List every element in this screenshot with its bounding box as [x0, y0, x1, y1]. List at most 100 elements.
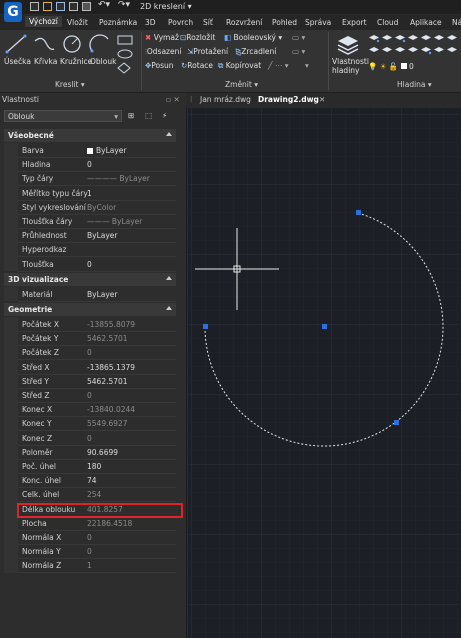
circle-tool-label[interactable]: Kružnice: [60, 57, 92, 66]
tab-sit[interactable]: Síť: [203, 18, 213, 27]
tab-vychozi[interactable]: Výchozí: [25, 16, 62, 27]
toggle-pickadd-icon[interactable]: ⊞: [128, 111, 134, 120]
property-value: 22186.4518: [87, 518, 133, 528]
new-file-icon[interactable]: [30, 2, 39, 11]
property-row[interactable]: Střed Z 0: [18, 388, 176, 403]
undo-icon[interactable]: ↶▾: [98, 0, 110, 10]
property-row[interactable]: Hyperodkaz: [18, 242, 176, 258]
line-tool-label[interactable]: Úsečka: [4, 57, 31, 66]
erase-button[interactable]: ✖ Vymaž: [145, 33, 179, 42]
workspace-label: 2D kreslení: [140, 2, 186, 11]
property-row[interactable]: Tloušťka čáry ——— ByLayer: [18, 214, 176, 229]
tab-export[interactable]: Export: [342, 18, 367, 27]
save-as-icon[interactable]: [69, 2, 78, 11]
line-icon[interactable]: [4, 33, 28, 55]
close-tab-icon[interactable]: ✕: [319, 95, 325, 104]
category-gutter: [4, 143, 18, 271]
property-row[interactable]: Konec X -13840.0244: [18, 402, 176, 418]
offset-button[interactable]: ⫶Odsazení: [145, 47, 181, 57]
workspace-selector[interactable]: 2D kreslení ▾: [140, 2, 192, 11]
property-row[interactable]: Počátek X -13855.8079: [18, 317, 176, 332]
object-selector[interactable]: Oblouk ▾: [4, 110, 122, 122]
property-value: 0: [87, 547, 92, 557]
property-row[interactable]: Normála Z 1: [18, 558, 176, 574]
tab-cloud[interactable]: Cloud: [377, 18, 398, 27]
arc-start-grip[interactable]: [203, 324, 208, 329]
arc-end-grip[interactable]: [356, 210, 361, 215]
property-row[interactable]: Typ čáry ———— ByLayer: [18, 171, 176, 187]
boolean-button[interactable]: ◧ Booleovský ▾: [224, 33, 282, 42]
circle-icon[interactable]: [60, 33, 84, 55]
layer-tool-icons[interactable]: [368, 33, 461, 59]
doc-tab-jan-mraz[interactable]: Jan mráz.dwg: [200, 95, 251, 104]
tab-pohled[interactable]: Pohled: [272, 18, 297, 27]
category-header[interactable]: 3D vizualizace: [4, 272, 176, 286]
tab-menu-icon[interactable]: ⁝: [190, 95, 192, 104]
property-row[interactable]: Konec Z 0: [18, 431, 176, 446]
tab-vlozit[interactable]: Vložit: [67, 18, 88, 27]
copy-button[interactable]: ⧉ Kopírovat: [218, 61, 261, 71]
property-row[interactable]: Střed X -13865.1379: [18, 360, 176, 375]
modify-dropdown2-icon[interactable]: ▭ ▾: [292, 47, 305, 56]
polyline-icon[interactable]: [32, 33, 56, 55]
save-icon[interactable]: [56, 2, 65, 11]
explode-button[interactable]: ⊡Rozložit: [180, 33, 215, 42]
tab-sprava[interactable]: Správa: [305, 18, 331, 27]
doc-tab-drawing2[interactable]: Drawing2.dwg: [258, 95, 319, 104]
arc-tool-label[interactable]: Oblouk: [90, 57, 116, 66]
tab-more[interactable]: Ná: [452, 18, 461, 27]
select-objects-icon[interactable]: ⬚: [145, 111, 152, 120]
property-row[interactable]: Normála X 0: [18, 530, 176, 545]
property-row[interactable]: Počátek Z 0: [18, 345, 176, 361]
move-button[interactable]: ✥Posun: [145, 61, 174, 70]
category-header[interactable]: Všeobecné: [4, 129, 176, 142]
stretch-button[interactable]: ⇲Protažení: [187, 47, 228, 56]
tab-3d[interactable]: 3D: [145, 18, 156, 27]
property-row[interactable]: Poč. úhel 180: [18, 459, 176, 474]
arc-mid-grip[interactable]: [394, 420, 399, 425]
category-header[interactable]: Geometrie: [4, 303, 176, 316]
layer-properties-label[interactable]: Vlastnosti hladiny: [332, 57, 369, 75]
drawing-canvas[interactable]: [188, 108, 461, 638]
property-row[interactable]: Střed Y 5462.5701: [18, 374, 176, 389]
property-row[interactable]: Normála Y 0: [18, 544, 176, 560]
draw-extra-icons[interactable]: [116, 34, 138, 76]
modify-group-label: Změnit ▾: [225, 80, 258, 89]
open-folder-icon[interactable]: [43, 2, 52, 11]
tab-rozvrzeni[interactable]: Rozvržení: [226, 18, 262, 27]
layer-properties-icon[interactable]: [336, 33, 360, 55]
property-row[interactable]: Celk. úhel 254: [18, 487, 176, 503]
tab-aplikace[interactable]: Aplikace: [410, 18, 442, 27]
property-row[interactable]: Poloměr 90.6699: [18, 445, 176, 460]
arc-icon[interactable]: [88, 33, 112, 55]
mirror-button[interactable]: ⧎Zrcadlení: [235, 47, 276, 56]
tab-poznamka[interactable]: Poznámka: [99, 18, 137, 27]
property-row[interactable]: Hladina 0: [18, 157, 176, 173]
app-logo-icon[interactable]: G: [4, 2, 22, 22]
layer-dropdown[interactable]: 💡 ☀ 🔓 0: [368, 62, 414, 71]
polyline-tool-label[interactable]: Křivka: [34, 57, 57, 66]
property-row[interactable]: Počátek Y 5462.5701: [18, 331, 176, 347]
property-row[interactable]: Tloušťka 0: [18, 257, 176, 272]
property-row[interactable]: Průhlednost ByLayer: [18, 228, 176, 244]
property-row[interactable]: Plocha 22186.4518: [18, 516, 176, 531]
arc-center-grip[interactable]: [322, 324, 327, 329]
quick-select-icon[interactable]: ⚡: [162, 111, 167, 120]
property-name: Konc. úhel: [22, 476, 61, 486]
category-gutter: [4, 286, 18, 301]
print-icon[interactable]: [82, 2, 91, 11]
property-row[interactable]: Konc. úhel 74: [18, 473, 176, 489]
property-row[interactable]: Styl vykreslování ByColor: [18, 200, 176, 215]
modify-more-icons[interactable]: ╱ ⋯ ▾: [268, 61, 289, 70]
modify-dropdown3-icon[interactable]: ▾: [305, 61, 309, 70]
model-space[interactable]: [188, 108, 461, 638]
rotate-button[interactable]: ↻Rotace: [181, 61, 213, 70]
redo-icon[interactable]: ↷▾: [118, 0, 130, 10]
tab-povrch[interactable]: Povrch: [168, 18, 193, 27]
property-row[interactable]: Měřítko typu čáry 1: [18, 186, 176, 201]
property-row[interactable]: Barva ByLayer: [18, 143, 176, 158]
property-row[interactable]: Konec Y 5549.6927: [18, 416, 176, 432]
panel-pin-icon[interactable]: ▫ ✕: [166, 95, 180, 104]
modify-dropdown-icon[interactable]: ▭ ▾: [292, 33, 305, 42]
property-row[interactable]: Materiál ByLayer: [18, 287, 176, 302]
